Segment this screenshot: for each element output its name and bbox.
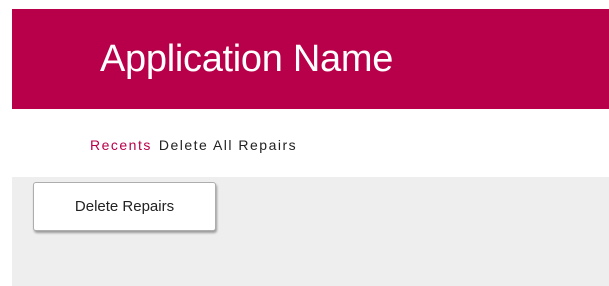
breadcrumb-nav: Recents Delete All Repairs xyxy=(90,136,297,154)
page: Application Name Recents Delete All Repa… xyxy=(0,0,609,286)
app-title: Application Name xyxy=(100,38,394,80)
nav-current-page: Delete All Repairs xyxy=(158,137,298,153)
delete-repairs-button[interactable]: Delete Repairs xyxy=(33,182,216,231)
nav-link-recents[interactable]: Recents xyxy=(90,136,152,154)
main-content: Delete Repairs xyxy=(12,177,609,286)
app-header: Application Name xyxy=(12,9,609,109)
